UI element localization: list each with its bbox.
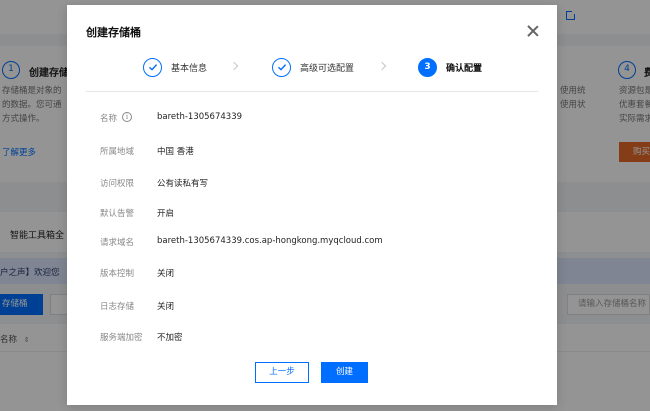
dialog-title: 创建存储桶 [86, 26, 141, 39]
info-icon[interactable]: i [122, 112, 132, 122]
row-logging-label: 日志存储 [100, 302, 135, 312]
row-name-label: 名称 [100, 114, 118, 124]
row-alarm-label: 默认告警 [100, 209, 135, 219]
chevron-right-icon [377, 61, 387, 71]
step-advanced-config: 高级可选配置 [272, 57, 354, 77]
step-confirm-config: 3 确认配置 [418, 57, 482, 77]
create-bucket-dialog: 创建存储桶 基本信息 高级可选配置 3 确认配置 名称 i bareth-130… [67, 5, 557, 405]
row-alarm-value: 开启 [157, 209, 175, 219]
row-region-label: 所属地域 [100, 147, 135, 157]
step-label: 确认配置 [446, 63, 483, 74]
close-icon[interactable] [526, 24, 540, 38]
row-versioning-value: 关闭 [157, 269, 175, 279]
check-icon [272, 57, 291, 77]
previous-step-button[interactable]: 上一步 [255, 362, 309, 383]
row-domain-label: 请求域名 [100, 238, 135, 248]
check-icon [143, 57, 162, 77]
step-label: 基本信息 [171, 63, 208, 74]
step-number: 3 [418, 57, 437, 77]
row-region-value: 中国 香港 [157, 147, 194, 157]
row-logging-value: 关闭 [157, 302, 175, 312]
divider [86, 91, 538, 92]
row-encryption-label: 服务端加密 [100, 333, 143, 343]
row-domain-value: bareth-1305674339.cos.ap-hongkong.myqclo… [157, 236, 383, 246]
chevron-right-icon [229, 61, 239, 71]
create-button[interactable]: 创建 [321, 362, 368, 383]
row-versioning-label: 版本控制 [100, 269, 135, 279]
step-basic-info: 基本信息 [143, 57, 207, 77]
row-name-value: bareth-1305674339 [157, 112, 243, 122]
row-access-value: 公有读私有写 [157, 179, 209, 189]
row-access-label: 访问权限 [100, 179, 135, 189]
row-encryption-value: 不加密 [157, 333, 183, 343]
step-label: 高级可选配置 [300, 63, 355, 74]
